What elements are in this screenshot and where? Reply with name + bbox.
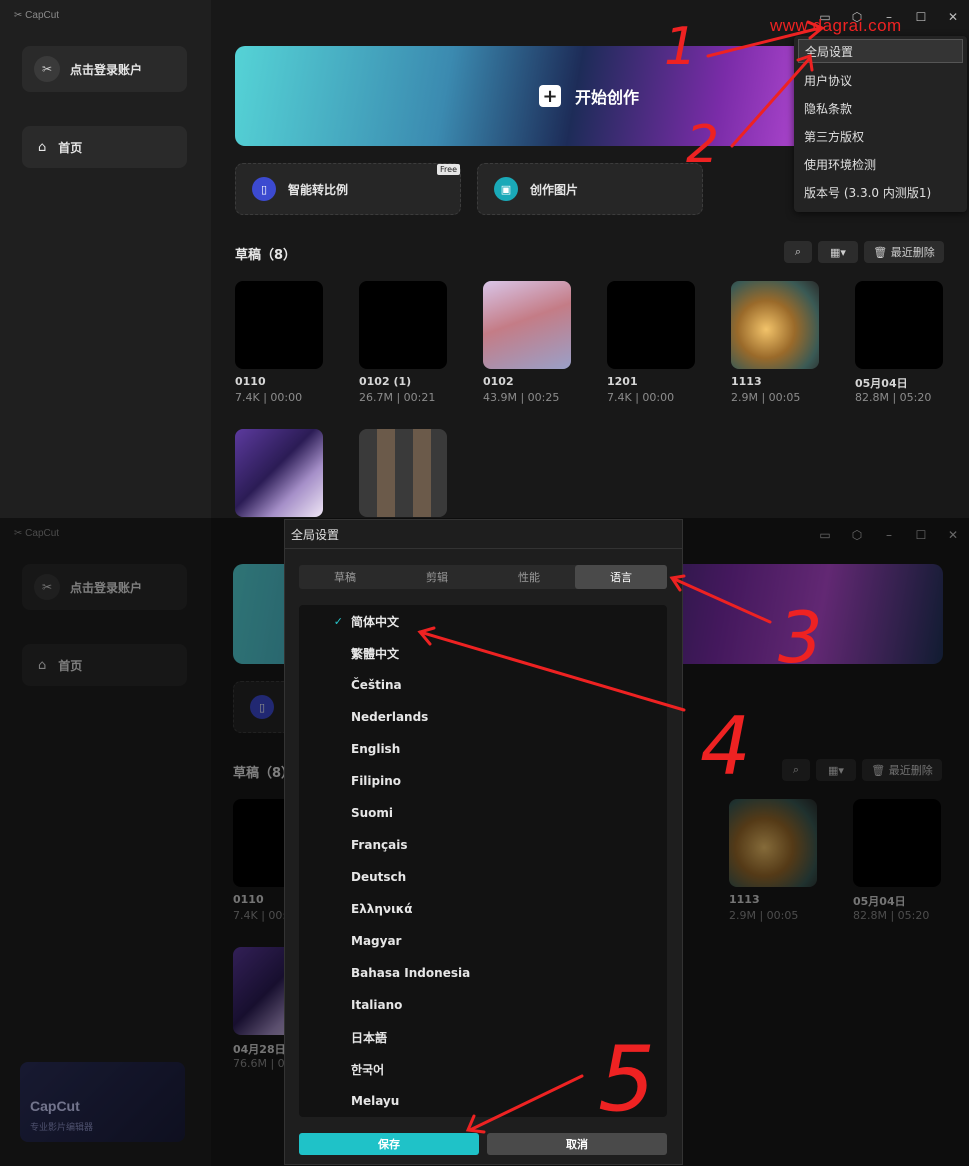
tab-drafts[interactable]: 草稿 (299, 565, 391, 589)
view-toggle-icon[interactable]: ▦▾ (818, 241, 858, 263)
smart-ratio-card[interactable]: ▯ 智能转比例 Free (235, 163, 461, 215)
language-option[interactable]: Čeština (299, 669, 667, 701)
menu-item-global-settings[interactable]: 全局设置 (798, 39, 963, 63)
maximize-icon[interactable]: ☐ (905, 10, 937, 24)
capcut-avatar-icon: ✂ (34, 56, 60, 82)
create-image-card[interactable]: ▣ 创作图片 (477, 163, 703, 215)
app-logo: ✂ CapCut (14, 10, 60, 21)
draft-thumbnail[interactable] (359, 429, 447, 517)
language-option[interactable]: ✓ 简体中文 (299, 605, 667, 637)
watermark: www.dagrai.com (770, 16, 902, 35)
language-option[interactable]: Nederlands (299, 701, 667, 733)
language-option[interactable]: English (299, 733, 667, 765)
language-option[interactable]: Bahasa Indonesia (299, 957, 667, 989)
settings-dropdown-menu: 全局设置 用户协议 隐私条款 第三方版权 使用环境检测 版本号 (3.3.0 内… (794, 36, 967, 212)
language-option[interactable]: Français (299, 829, 667, 861)
language-option[interactable]: Filipino (299, 765, 667, 797)
menu-item-privacy[interactable]: 隐私条款 (794, 94, 967, 122)
home-label: 首页 (58, 140, 83, 155)
cancel-button[interactable]: 取消 (487, 1133, 667, 1155)
free-badge: Free (437, 164, 460, 175)
divider (285, 548, 682, 549)
draft-thumbnail[interactable] (607, 281, 695, 369)
draft-name: 1201 (607, 375, 638, 388)
language-option[interactable]: 한국어 (299, 1053, 667, 1085)
draft-name: 0110 (235, 375, 266, 388)
capcut-window-settings: ✂ CapCut ✂ 点击登录账户 ⌂ 首页 CapCut 专业影片编辑器 ▭ … (0, 518, 969, 1166)
settings-tabs: 草稿 剪辑 性能 语言 (299, 565, 667, 589)
plus-icon: + (539, 85, 561, 107)
trash-icon: 🗑 (873, 245, 891, 259)
draft-meta: 7.4K | 00:00 (235, 391, 303, 404)
menu-item-third-party[interactable]: 第三方版权 (794, 122, 967, 150)
aspect-ratio-icon: ▯ (252, 177, 276, 201)
language-option[interactable]: Melayu (299, 1085, 667, 1117)
draft-meta: 82.8M | 05:20 (855, 391, 932, 404)
create-image-label: 创作图片 (530, 182, 579, 197)
draft-thumbnail[interactable] (235, 429, 323, 517)
sidebar: ✂ CapCut ✂ 点击登录账户 ⌂ 首页 (0, 0, 211, 518)
draft-thumbnail[interactable] (359, 281, 447, 369)
start-creation-button[interactable]: + 开始创作 (539, 84, 639, 108)
recent-delete-button[interactable]: 🗑 最近删除 (864, 241, 944, 263)
sidebar-item-home[interactable]: ⌂ 首页 (22, 126, 187, 168)
search-icon[interactable]: ⌕ (784, 241, 812, 263)
draft-thumbnail[interactable] (235, 281, 323, 369)
login-account-button[interactable]: ✂ 点击登录账户 (22, 46, 187, 92)
checkmark-icon: ✓ (333, 614, 343, 628)
draft-name: 05月04日 (855, 377, 908, 390)
tab-language[interactable]: 语言 (575, 565, 667, 589)
language-option[interactable]: Suomi (299, 797, 667, 829)
draft-thumbnail[interactable] (731, 281, 819, 369)
language-option[interactable]: Italiano (299, 989, 667, 1021)
capcut-logo-icon: ✂ (14, 10, 26, 21)
draft-meta: 2.9M | 00:05 (731, 391, 801, 404)
draft-meta: 43.9M | 00:25 (483, 391, 560, 404)
dialog-title: 全局设置 (291, 528, 340, 542)
draft-name: 0102 (483, 375, 514, 388)
tab-editing[interactable]: 剪辑 (391, 565, 483, 589)
save-button[interactable]: 保存 (299, 1133, 479, 1155)
language-option[interactable]: Deutsch (299, 861, 667, 893)
home-icon: ⌂ (38, 139, 47, 155)
menu-item-env-check[interactable]: 使用环境检测 (794, 150, 967, 178)
draft-thumbnail[interactable] (855, 281, 943, 369)
language-option[interactable]: 日本語 (299, 1021, 667, 1053)
global-settings-dialog: 全局设置 草稿 剪辑 性能 语言 ✓ 简体中文 繁體中文 Čeština Nede… (284, 519, 683, 1165)
language-option[interactable]: Ελληνικά (299, 893, 667, 925)
recent-delete-label: 最近删除 (890, 246, 935, 259)
tab-performance[interactable]: 性能 (483, 565, 575, 589)
draft-name: 1113 (731, 375, 762, 388)
menu-item-user-agreement[interactable]: 用户协议 (794, 66, 967, 94)
language-list: ✓ 简体中文 繁體中文 Čeština Nederlands English Fi… (299, 605, 667, 1117)
close-icon[interactable]: ✕ (937, 10, 969, 24)
menu-item-version[interactable]: 版本号 (3.3.0 内测版1) (794, 178, 967, 206)
language-option[interactable]: Magyar (299, 925, 667, 957)
draft-meta: 26.7M | 00:21 (359, 391, 436, 404)
image-icon: ▣ (494, 177, 518, 201)
drafts-toolbar: ⌕ ▦▾ 🗑 最近删除 (778, 241, 944, 263)
draft-meta: 7.4K | 00:00 (607, 391, 675, 404)
smart-ratio-label: 智能转比例 (288, 182, 349, 197)
capcut-window-home: ✂ CapCut ✂ 点击登录账户 ⌂ 首页 ▭ ⬡ – ☐ ✕ + 开始创作 … (0, 0, 969, 518)
language-option[interactable]: 繁體中文 (299, 637, 667, 669)
draft-name: 0102 (1) (359, 375, 412, 388)
start-creation-label: 开始创作 (575, 88, 640, 107)
draft-thumbnail[interactable] (483, 281, 571, 369)
drafts-title: 草稿（8） (235, 248, 297, 263)
login-label: 点击登录账户 (70, 62, 143, 77)
